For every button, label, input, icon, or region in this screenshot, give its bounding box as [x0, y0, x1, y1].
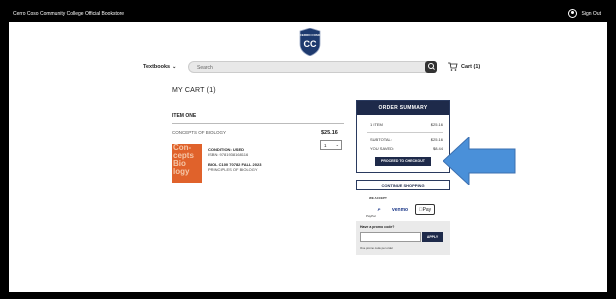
subtotal-label: SUBTOTAL:: [370, 137, 392, 142]
venmo-logo: venmo: [392, 207, 409, 213]
apple-pay-label: Pay: [420, 207, 432, 213]
chevron-down-icon: ⌄: [172, 64, 177, 70]
apple-pay-logo: Pay: [415, 204, 435, 215]
item-details: CONDITION: USED ISBN: 9781938168116 BIOL…: [208, 147, 261, 172]
textbooks-label: Textbooks: [143, 64, 171, 70]
paypal-label: PayPal: [366, 214, 376, 218]
search-input[interactable]: Search: [188, 61, 435, 73]
chevron-down-icon: ⌄: [335, 142, 339, 147]
promo-note: One promo code per order: [360, 246, 393, 250]
items-label: 1 ITEM: [370, 122, 383, 127]
subtotal-value: $25.16: [430, 137, 443, 142]
cover-line: logy: [173, 167, 190, 176]
store-name[interactable]: Cerro Coso Community College Official Bo…: [13, 11, 124, 17]
page-title: MY CART (1): [172, 87, 216, 94]
cart-link[interactable]: Cart (1): [461, 64, 480, 70]
cart-icon[interactable]: [448, 62, 458, 71]
item-price: $25.16: [321, 130, 338, 136]
sign-out-link[interactable]: Sign Out: [582, 11, 601, 17]
arrow-icon: [443, 137, 516, 185]
textbooks-menu[interactable]: Textbooks ⌄: [143, 64, 176, 70]
logo-initials: CC: [304, 39, 317, 49]
top-bar: Cerro Coso Community College Official Bo…: [9, 6, 607, 22]
divider: [172, 123, 344, 124]
search-placeholder: Search: [197, 65, 213, 71]
book-cover-image[interactable]: Con- cepts Bio logy: [172, 144, 202, 183]
item-title[interactable]: CONCEPTS OF BIOLOGY: [172, 130, 226, 135]
continue-shopping-button[interactable]: CONTINUE SHOPPING: [356, 180, 450, 190]
item-course-name: PRINCIPLES OF BIOLOGY: [208, 167, 258, 172]
quantity-value: 1: [324, 143, 327, 148]
promo-code-input[interactable]: [360, 232, 421, 242]
summary-saved-row: YOU SAVED: $8.44: [357, 144, 449, 153]
apply-button[interactable]: APPLY: [422, 232, 443, 242]
order-summary-panel: ORDER SUMMARY 1 ITEM $25.16 SUBTOTAL: $2…: [356, 100, 450, 173]
search-icon[interactable]: [425, 61, 437, 73]
promo-label: Have a promo code?: [360, 225, 395, 229]
item-heading: ITEM ONE: [172, 113, 197, 119]
order-summary-heading: ORDER SUMMARY: [357, 101, 449, 115]
logo-text: CERRO COSO: [300, 33, 321, 37]
proceed-to-checkout-button[interactable]: PROCEED TO CHECKOUT: [375, 157, 431, 166]
we-accept-label: WE ACCEPT: [369, 196, 387, 200]
summary-items-row: 1 ITEM $25.16: [357, 120, 449, 129]
user-icon[interactable]: [568, 9, 577, 18]
saved-value: $8.44: [432, 146, 443, 151]
nav-bar: Textbooks ⌄ Search Cart (1): [143, 61, 488, 73]
summary-subtotal-row: SUBTOTAL: $25.16: [357, 135, 449, 144]
items-value: $25.16: [430, 122, 443, 127]
college-logo[interactable]: CERRO COSO CC: [298, 28, 322, 56]
quantity-select[interactable]: 1 ⌄: [320, 140, 342, 150]
saved-label: YOU SAVED:: [370, 146, 395, 151]
promo-panel: Have a promo code? APPLY One promo code …: [356, 221, 450, 255]
